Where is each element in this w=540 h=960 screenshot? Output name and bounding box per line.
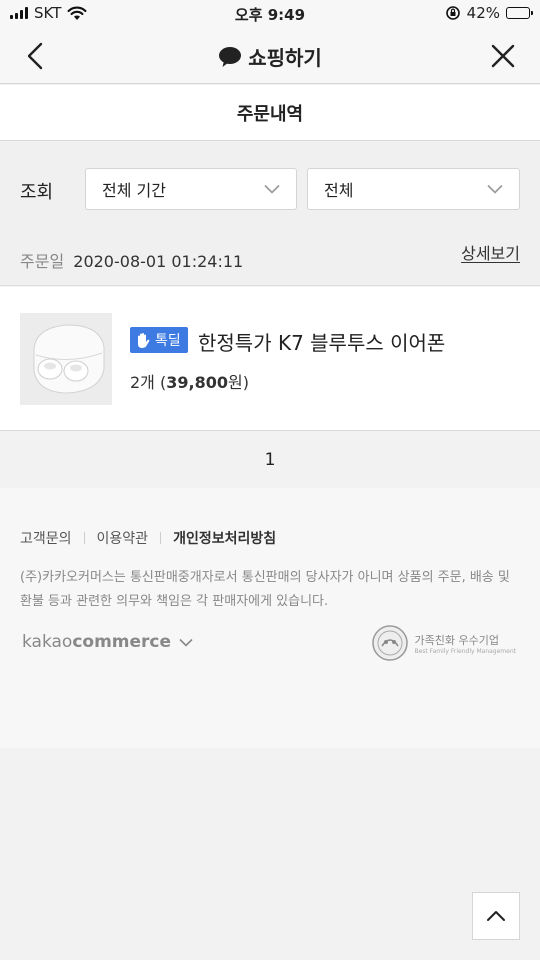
battery-icon [506, 7, 533, 19]
orientation-lock-icon [445, 6, 460, 20]
order-filter: 조회 전체 기간 전체 주문일 2020-08-01 01:24:11 상세보기 [0, 142, 540, 286]
chevron-down-icon [487, 184, 503, 194]
divider [160, 532, 162, 544]
filter-label: 조회 [20, 182, 54, 203]
footer-link-privacy[interactable]: 개인정보처리방침 [173, 528, 276, 548]
page-number[interactable]: 1 [265, 450, 276, 470]
chevron-down-icon [179, 638, 193, 647]
talk-deal-badge: 톡딜 [130, 327, 188, 353]
period-select[interactable]: 전체 기간 [85, 168, 297, 210]
close-icon[interactable] [488, 41, 518, 71]
brand-menu[interactable]: kakaocommerce [22, 632, 193, 652]
pagination: 1 [0, 432, 540, 488]
footer-link-terms[interactable]: 이용약관 [97, 528, 149, 548]
footer-link-support[interactable]: 고객문의 [20, 528, 72, 548]
footer-notice: (주)카카오커머스는 통신판매중개자로서 통신판매의 당사자가 아니며 상품의 … [20, 570, 510, 609]
family-friendly-emblem-icon [372, 625, 409, 661]
product-price: 39,800 [166, 373, 228, 392]
battery-percent: 42% [466, 4, 500, 22]
status-select-value: 전체 [324, 181, 354, 200]
order-date-label: 주문일 [20, 252, 65, 271]
status-select[interactable]: 전체 [307, 168, 520, 210]
waving-hand-icon [138, 333, 150, 348]
order-date-value: 2020-08-01 01:24:11 [73, 252, 244, 271]
nav-bar: 쇼핑하기 [0, 28, 540, 84]
quantity-prefix: 2개 ( [130, 373, 167, 392]
detail-link[interactable]: 상세보기 [461, 240, 520, 264]
brand-logo: kakaocommerce [22, 632, 172, 652]
family-friendly-title: 가족친화 우수기업 [414, 633, 499, 647]
scroll-to-top-button[interactable] [472, 892, 520, 940]
page-title: 주문내역 [0, 85, 540, 141]
order-date: 주문일 2020-08-01 01:24:11 [20, 248, 243, 272]
product-name[interactable]: 한정특가 K7 블루투스 이어폰 [198, 327, 445, 356]
status-bar: SKT 오후 9:49 42% [0, 0, 540, 28]
chevron-up-icon [487, 911, 505, 921]
nav-title: 쇼핑하기 [0, 42, 540, 71]
divider [83, 532, 85, 544]
speech-bubble-icon [219, 46, 242, 67]
footer-links: 고객문의 이용약관 개인정보처리방침 [20, 528, 276, 548]
earbuds-case-image [20, 313, 112, 405]
nav-title-text: 쇼핑하기 [248, 46, 322, 70]
talk-deal-label: 톡딜 [155, 333, 181, 349]
product-quantity-price: 2개 (39,800원) [130, 369, 249, 393]
period-select-value: 전체 기간 [102, 181, 166, 200]
family-friendly-badge: 가족친화 우수기업 Best Family Friendly Managemen… [371, 624, 516, 662]
product-thumbnail[interactable] [20, 313, 112, 405]
footer: 고객문의 이용약관 개인정보처리방침 (주)카카오커머스는 통신판매중개자로서 … [0, 488, 540, 748]
price-suffix: 원) [227, 373, 249, 392]
family-friendly-subtitle: Best Family Friendly Management [414, 647, 516, 655]
chevron-down-icon [264, 184, 280, 194]
order-item[interactable]: 톡딜 한정특가 K7 블루투스 이어폰 2개 (39,800원) [0, 287, 540, 431]
